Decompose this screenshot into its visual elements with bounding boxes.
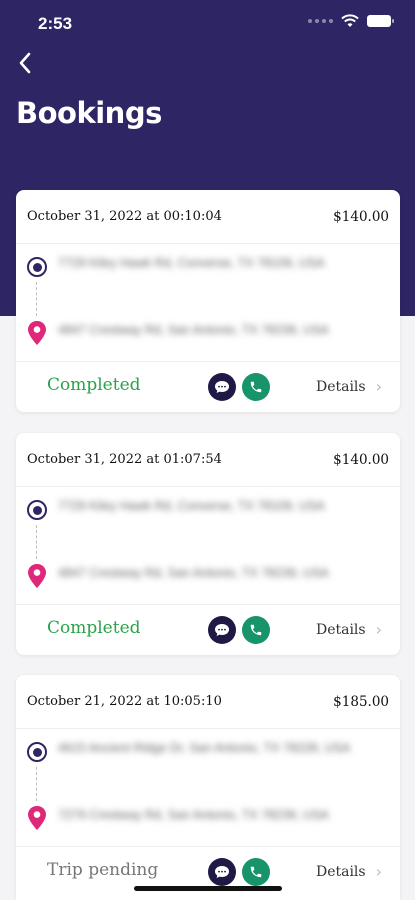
pickup-address: 7729 Kiley Hawk Rd, Converse, TX 78109, … [58, 256, 325, 270]
dropoff-address: 4847 Crestway Rd, San Antonio, TX 78239,… [58, 566, 329, 580]
battery-icon [367, 15, 394, 27]
location-pin-icon [28, 564, 46, 588]
booking-header: October 31, 2022 at 00:10:04 $140.00 [16, 190, 400, 244]
booking-footer: Completed Details › [16, 362, 400, 412]
booking-price: $140.00 [333, 451, 389, 468]
details-label: Details [315, 378, 366, 395]
chat-icon [215, 381, 229, 393]
route-connector [36, 767, 37, 801]
chevron-right-icon: › [375, 862, 382, 881]
home-indicator[interactable] [134, 886, 282, 891]
pickup-point-icon [27, 257, 47, 277]
booking-card[interactable]: October 21, 2022 at 10:05:10 $185.00 461… [16, 675, 400, 900]
chat-button[interactable] [208, 858, 236, 886]
booking-header: October 21, 2022 at 10:05:10 $185.00 [16, 675, 400, 729]
phone-icon [250, 624, 262, 636]
booking-status: Completed [47, 375, 141, 395]
booking-date: October 31, 2022 at 01:07:54 [27, 452, 222, 467]
back-button[interactable] [12, 48, 38, 78]
status-icons [308, 14, 394, 28]
booking-card[interactable]: October 31, 2022 at 00:10:04 $140.00 772… [16, 190, 400, 412]
booking-actions [208, 373, 270, 401]
phone-icon [250, 381, 262, 393]
chat-button[interactable] [208, 373, 236, 401]
signal-icon [308, 19, 333, 23]
dropoff-address: 7279 Crestway Rd, San Antonio, TX 78239,… [58, 808, 329, 822]
booking-route: 4615 Ancient Ridge Dr, San Antonio, TX 7… [16, 729, 400, 847]
chevron-left-icon [19, 52, 31, 74]
call-button[interactable] [242, 373, 270, 401]
pickup-point-icon [27, 500, 47, 520]
chat-icon [215, 624, 229, 636]
booking-price: $185.00 [333, 693, 389, 710]
booking-header: October 31, 2022 at 01:07:54 $140.00 [16, 433, 400, 487]
booking-actions [208, 616, 270, 644]
status-bar: 2:53 [0, 0, 415, 44]
details-label: Details [315, 863, 366, 880]
dropoff-address: 4847 Crestway Rd, San Antonio, TX 78239,… [58, 323, 329, 337]
location-pin-icon [28, 321, 46, 345]
booking-price: $140.00 [333, 208, 389, 225]
pickup-address: 7729 Kiley Hawk Rd, Converse, TX 78109, … [58, 499, 325, 513]
chat-icon [215, 866, 229, 878]
status-time: 2:53 [38, 14, 73, 33]
booking-status: Trip pending [47, 860, 159, 880]
booking-status: Completed [47, 618, 141, 638]
call-button[interactable] [242, 616, 270, 644]
details-link[interactable]: Details › [316, 377, 382, 396]
page-title: Bookings [16, 96, 162, 130]
chevron-right-icon: › [375, 377, 382, 396]
booking-card[interactable]: October 31, 2022 at 01:07:54 $140.00 772… [16, 433, 400, 655]
location-pin-icon [28, 806, 46, 830]
booking-actions [208, 858, 270, 886]
booking-route: 7729 Kiley Hawk Rd, Converse, TX 78109, … [16, 244, 400, 362]
booking-date: October 31, 2022 at 00:10:04 [27, 209, 222, 224]
pickup-address: 4615 Ancient Ridge Dr, San Antonio, TX 7… [58, 741, 351, 755]
booking-route: 7729 Kiley Hawk Rd, Converse, TX 78109, … [16, 487, 400, 605]
call-button[interactable] [242, 858, 270, 886]
route-connector [36, 525, 37, 559]
pickup-point-icon [27, 742, 47, 762]
wifi-icon [341, 14, 359, 27]
route-connector [36, 282, 37, 316]
chevron-right-icon: › [375, 620, 382, 639]
details-link[interactable]: Details › [316, 862, 382, 881]
chat-button[interactable] [208, 616, 236, 644]
booking-date: October 21, 2022 at 10:05:10 [27, 694, 222, 709]
phone-icon [250, 866, 262, 878]
details-link[interactable]: Details › [316, 620, 382, 639]
booking-footer: Completed Details › [16, 605, 400, 655]
details-label: Details [315, 621, 366, 638]
